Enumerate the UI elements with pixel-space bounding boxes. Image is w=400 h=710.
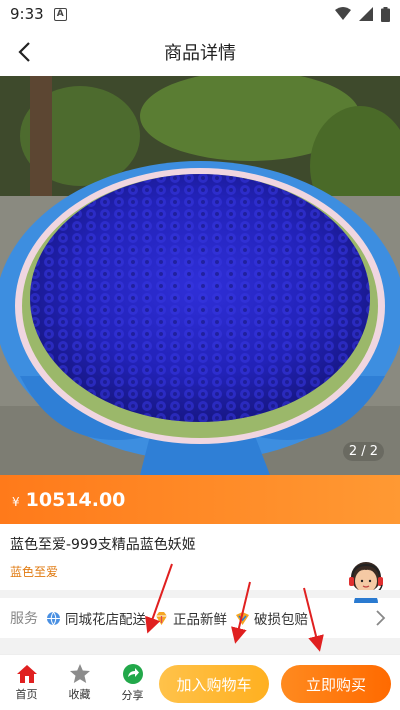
diamond-icon <box>156 611 167 625</box>
services-label: 服务 <box>10 611 38 627</box>
service-label: 同城花店配送 <box>65 612 146 628</box>
share-icon <box>122 663 143 684</box>
app-header: 商品详情 <box>0 28 400 76</box>
add-to-cart-button[interactable]: 加入购物车 <box>159 665 269 703</box>
price-value: 10514.00 <box>25 488 126 511</box>
product-photo <box>0 76 400 475</box>
services-row[interactable]: 服务 同城花店配送 正品新鲜 破损包赔 <box>0 600 400 636</box>
image-counter: 2 / 2 <box>342 442 384 461</box>
star-icon <box>69 664 90 683</box>
status-icons <box>335 6 390 22</box>
service-label: 破损包赔 <box>254 612 308 628</box>
chevron-right-icon[interactable] <box>372 608 388 628</box>
back-button[interactable] <box>10 38 38 66</box>
product-name: 蓝色至爱-999支精品蓝色妖姬 <box>10 537 196 553</box>
battery-icon <box>381 6 390 22</box>
status-time: 9:33 <box>10 5 44 23</box>
notification-icon: A <box>53 7 67 21</box>
bottom-action-bar: 首页 收藏 分享 加入购物车 立即购买 <box>0 654 400 710</box>
nav-favorite[interactable]: 收藏 <box>53 655 106 710</box>
home-icon <box>16 664 37 683</box>
nav-share-label: 分享 <box>121 688 144 702</box>
price-currency: ¥ <box>12 494 20 509</box>
service-item-guarantee: 破损包赔 <box>235 608 308 628</box>
divider <box>0 638 400 654</box>
globe-icon <box>47 611 60 626</box>
product-image-carousel[interactable]: 2 / 2 <box>0 76 400 475</box>
nav-share[interactable]: 分享 <box>106 655 159 710</box>
product-tag: 蓝色至爱 <box>10 565 59 579</box>
service-item-fresh: 正品新鲜 <box>154 608 227 628</box>
nav-home-label: 首页 <box>15 687 38 701</box>
status-bar: 9:33 A <box>0 0 400 28</box>
nav-favorite-label: 收藏 <box>68 688 91 701</box>
service-item-delivery: 同城花店配送 <box>46 608 146 628</box>
badge-icon <box>236 611 249 625</box>
price-bar: ¥ 10514.00 <box>0 475 400 524</box>
signal-icon <box>359 7 373 21</box>
nav-home[interactable]: 首页 <box>0 655 53 710</box>
divider <box>0 590 400 598</box>
wifi-icon <box>335 7 351 20</box>
service-label: 正品新鲜 <box>173 612 227 628</box>
buy-now-button[interactable]: 立即购买 <box>281 665 391 703</box>
page-title: 商品详情 <box>164 43 236 64</box>
chevron-left-icon <box>18 42 30 62</box>
